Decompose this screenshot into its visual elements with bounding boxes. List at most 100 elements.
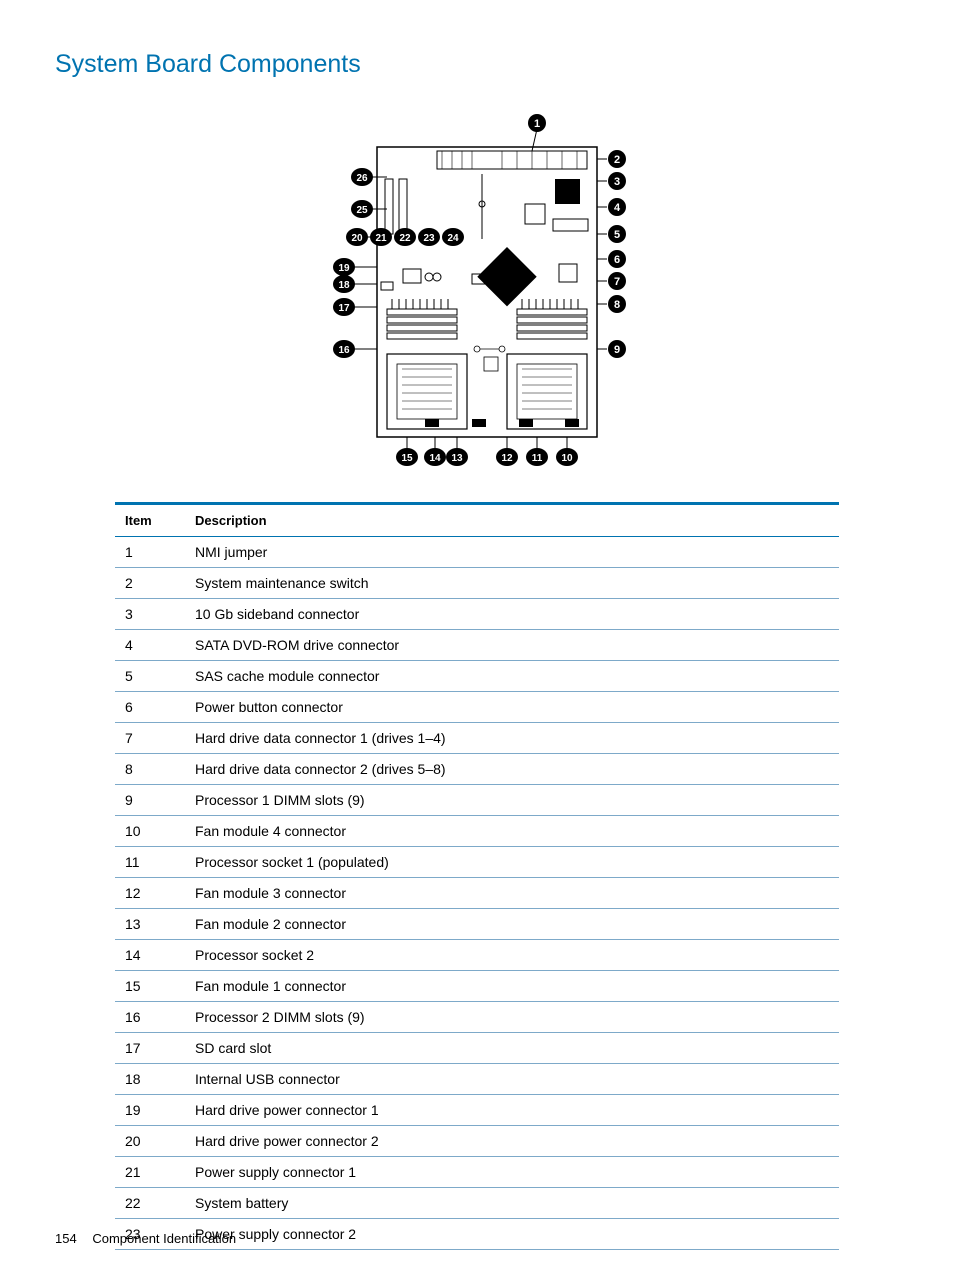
svg-text:10: 10 xyxy=(561,453,573,464)
cell-item: 8 xyxy=(115,754,185,785)
svg-text:16: 16 xyxy=(338,345,350,356)
svg-text:7: 7 xyxy=(614,276,620,288)
svg-text:12: 12 xyxy=(501,453,513,464)
cell-item: 13 xyxy=(115,909,185,940)
callout-21: 21 xyxy=(370,228,392,246)
svg-text:18: 18 xyxy=(338,280,350,291)
callout-24: 24 xyxy=(442,228,464,246)
table-row: 16Processor 2 DIMM slots (9) xyxy=(115,1002,839,1033)
cell-description: 10 Gb sideband connector xyxy=(185,599,839,630)
header-item: Item xyxy=(115,504,185,537)
table-row: 310 Gb sideband connector xyxy=(115,599,839,630)
cell-description: SD card slot xyxy=(185,1033,839,1064)
cell-item: 14 xyxy=(115,940,185,971)
cell-description: Processor socket 2 xyxy=(185,940,839,971)
table-row: 17SD card slot xyxy=(115,1033,839,1064)
table-row: 2System maintenance switch xyxy=(115,568,839,599)
cell-description: System maintenance switch xyxy=(185,568,839,599)
callout-22: 22 xyxy=(394,228,416,246)
callout-23: 23 xyxy=(418,228,440,246)
callout-11: 11 xyxy=(526,448,548,466)
callout-13: 13 xyxy=(446,448,468,466)
cell-item: 11 xyxy=(115,847,185,878)
cell-item: 20 xyxy=(115,1126,185,1157)
callout-15: 15 xyxy=(396,448,418,466)
svg-text:15: 15 xyxy=(401,453,413,464)
svg-text:11: 11 xyxy=(532,453,543,464)
cell-description: Power button connector xyxy=(185,692,839,723)
svg-text:22: 22 xyxy=(399,233,411,244)
table-row: 18Internal USB connector xyxy=(115,1064,839,1095)
table-row: 21Power supply connector 1 xyxy=(115,1157,839,1188)
cell-item: 5 xyxy=(115,661,185,692)
callout-19: 19 xyxy=(333,258,355,276)
cell-item: 1 xyxy=(115,537,185,568)
cell-item: 3 xyxy=(115,599,185,630)
callout-17: 17 xyxy=(333,298,355,316)
table-row: 4SATA DVD-ROM drive connector xyxy=(115,630,839,661)
callout-10: 10 xyxy=(556,448,578,466)
table-header-row: Item Description xyxy=(115,504,839,537)
svg-text:14: 14 xyxy=(429,453,441,464)
cell-item: 6 xyxy=(115,692,185,723)
table-row: 7Hard drive data connector 1 (drives 1–4… xyxy=(115,723,839,754)
cell-description: System battery xyxy=(185,1188,839,1219)
svg-text:17: 17 xyxy=(338,303,350,314)
table-row: 13Fan module 2 connector xyxy=(115,909,839,940)
cell-item: 9 xyxy=(115,785,185,816)
cell-description: Fan module 3 connector xyxy=(185,878,839,909)
cell-item: 7 xyxy=(115,723,185,754)
cell-description: Processor 1 DIMM slots (9) xyxy=(185,785,839,816)
svg-text:23: 23 xyxy=(423,233,435,244)
table-row: 12Fan module 3 connector xyxy=(115,878,839,909)
callout-25: 25 xyxy=(351,200,373,218)
cell-item: 15 xyxy=(115,971,185,1002)
callout-9: 9 xyxy=(608,340,626,358)
cell-item: 17 xyxy=(115,1033,185,1064)
table-row: 15Fan module 1 connector xyxy=(115,971,839,1002)
cell-description: Fan module 1 connector xyxy=(185,971,839,1002)
callout-1: 1 xyxy=(528,114,546,132)
component-table: Item Description 1NMI jumper2System main… xyxy=(115,502,839,1250)
page-title: System Board Components xyxy=(55,50,899,79)
callout-2: 2 xyxy=(608,150,626,168)
callout-20: 20 xyxy=(346,228,368,246)
cell-description: Internal USB connector xyxy=(185,1064,839,1095)
cell-description: Hard drive data connector 2 (drives 5–8) xyxy=(185,754,839,785)
svg-text:9: 9 xyxy=(614,344,620,356)
cell-item: 2 xyxy=(115,568,185,599)
cell-item: 10 xyxy=(115,816,185,847)
cell-description: Processor 2 DIMM slots (9) xyxy=(185,1002,839,1033)
callout-18: 18 xyxy=(333,275,355,293)
callout-8: 8 xyxy=(608,295,626,313)
cell-description: Hard drive data connector 1 (drives 1–4) xyxy=(185,723,839,754)
header-description: Description xyxy=(185,504,839,537)
svg-text:13: 13 xyxy=(451,453,463,464)
cell-description: Power supply connector 1 xyxy=(185,1157,839,1188)
cell-description: SATA DVD-ROM drive connector xyxy=(185,630,839,661)
svg-text:19: 19 xyxy=(338,263,350,274)
table-row: 5SAS cache module connector xyxy=(115,661,839,692)
table-row: 11Processor socket 1 (populated) xyxy=(115,847,839,878)
cell-item: 18 xyxy=(115,1064,185,1095)
cell-description: Fan module 4 connector xyxy=(185,816,839,847)
section-label: Component Identification xyxy=(92,1231,236,1246)
callout-16: 16 xyxy=(333,340,355,358)
svg-text:24: 24 xyxy=(447,233,459,244)
svg-text:26: 26 xyxy=(356,173,368,184)
svg-text:4: 4 xyxy=(614,202,621,214)
cell-item: 22 xyxy=(115,1188,185,1219)
callout-26: 26 xyxy=(351,168,373,186)
table-row: 20Hard drive power connector 2 xyxy=(115,1126,839,1157)
system-board-diagram: 1 2 3 4 5 6 7 8 9 10 11 12 13 14 15 16 1… xyxy=(55,109,899,474)
table-row: 19Hard drive power connector 1 xyxy=(115,1095,839,1126)
svg-text:1: 1 xyxy=(534,118,540,130)
cell-description: NMI jumper xyxy=(185,537,839,568)
callout-3: 3 xyxy=(608,172,626,190)
svg-text:6: 6 xyxy=(614,254,620,266)
callout-7: 7 xyxy=(608,272,626,290)
cell-description: Hard drive power connector 1 xyxy=(185,1095,839,1126)
page-number: 154 xyxy=(55,1231,77,1246)
cell-item: 21 xyxy=(115,1157,185,1188)
svg-text:25: 25 xyxy=(356,205,368,216)
